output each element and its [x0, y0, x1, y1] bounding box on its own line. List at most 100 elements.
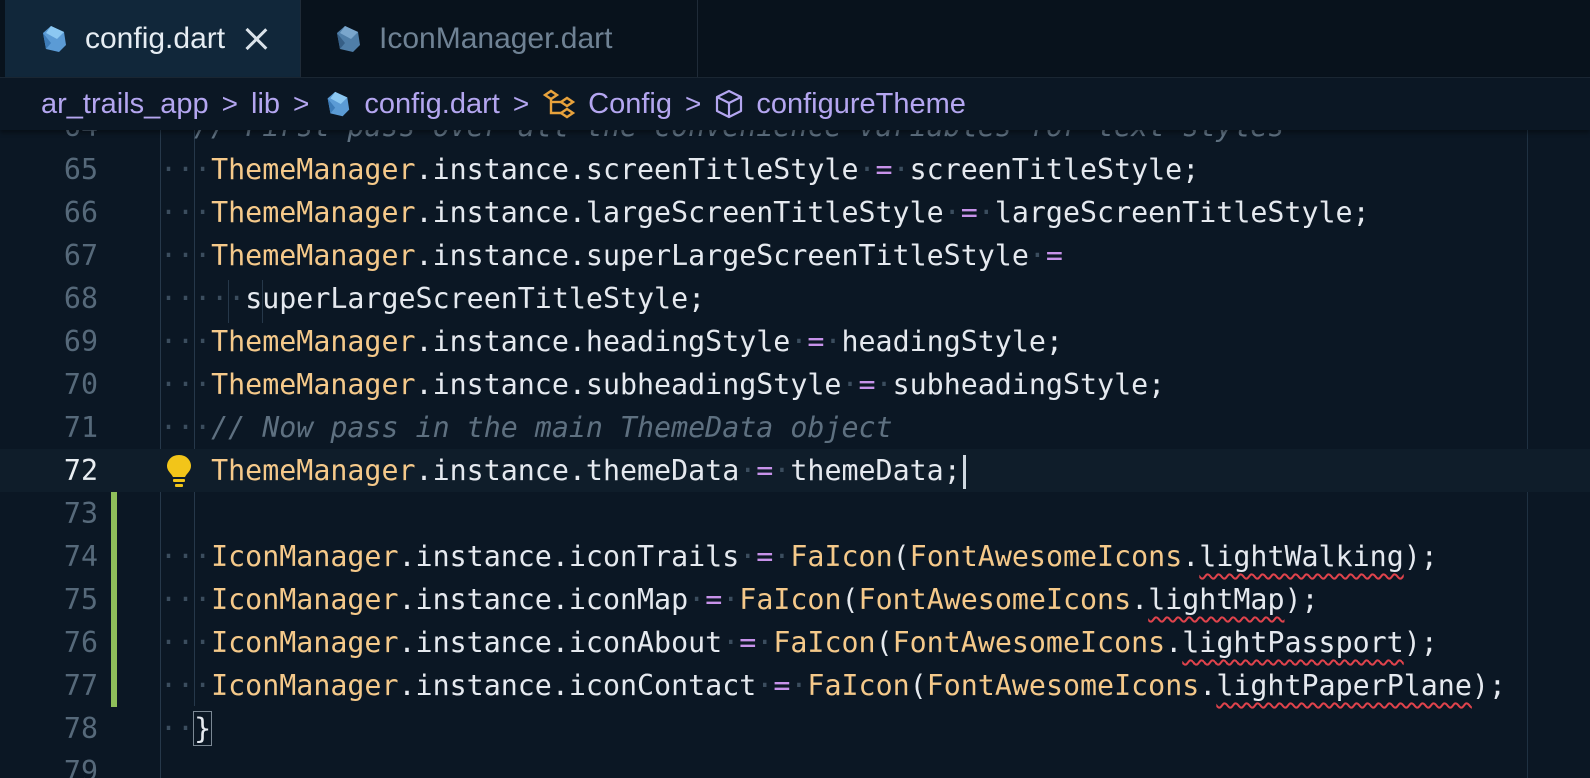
line-number: 73 — [63, 497, 98, 530]
code-token: ·· — [160, 130, 194, 143]
code-line-68[interactable]: 68 ·····superLargeScreenTitleStyle; — [0, 277, 1590, 320]
code-line-75[interactable]: 75 ···IconManager.instance.iconMap·=·FaIc… — [0, 578, 1590, 621]
code-token: // Now pass in the main ThemeData object — [211, 411, 893, 444]
line-number: 75 — [63, 583, 98, 616]
git-added-gutter-marker[interactable] — [111, 492, 117, 535]
close-icon[interactable] — [243, 26, 269, 52]
code-line-78[interactable]: 78 ··} — [0, 707, 1590, 750]
code-text: ··// First pass over all the convenience… — [160, 130, 1284, 148]
code-token: .instance.subheadingStyle — [415, 368, 842, 401]
code-token: ( — [892, 540, 910, 573]
code-token: .instance.iconTrails — [398, 540, 740, 573]
code-token: = — [875, 153, 893, 186]
error-token: lightWalking — [1199, 540, 1404, 573]
code-text: ···IconManager.instance.iconTrails·=·FaI… — [160, 535, 1438, 578]
code-token: · — [722, 583, 740, 616]
code-line-77[interactable]: 77 ···IconManager.instance.iconContact·=·… — [0, 664, 1590, 707]
code-token: ··· — [160, 411, 212, 444]
tab-iconmanager-dart[interactable]: IconManager.dart — [301, 0, 698, 77]
code-line-72[interactable]: 72 ThemeManager.instance.themeData·=·the… — [0, 449, 1590, 492]
git-added-gutter-marker[interactable] — [111, 621, 117, 664]
code-text: ···ThemeManager.instance.largeScreenTitl… — [160, 191, 1370, 234]
line-number: 69 — [63, 325, 98, 358]
dart-file-icon — [328, 91, 350, 117]
code-token: · — [790, 325, 808, 358]
code-line-69[interactable]: 69 ···ThemeManager.instance.headingStyle·… — [0, 320, 1590, 363]
code-text: ···// Now pass in the main ThemeData obj… — [160, 406, 893, 449]
code-token: ThemeManager — [211, 454, 416, 487]
code-token: = — [807, 325, 825, 358]
code-token: .instance.screenTitleStyle — [415, 153, 859, 186]
breadcrumb-label: ar_trails_app — [41, 87, 209, 120]
code-token: ( — [909, 669, 927, 702]
dart-file-icon — [43, 25, 66, 52]
code-token: = — [756, 540, 774, 573]
code-line-79[interactable]: 79 — [0, 750, 1590, 778]
code-token: ··· — [160, 368, 212, 401]
code-token: .instance.headingStyle — [415, 325, 791, 358]
code-text: ··} — [160, 707, 213, 750]
code-editor[interactable]: 64··// First pass over all the convenien… — [0, 130, 1590, 778]
code-token: .instance.iconContact — [398, 669, 757, 702]
code-line-70[interactable]: 70 ···ThemeManager.instance.subheadingSty… — [0, 363, 1590, 406]
code-token: · — [790, 669, 808, 702]
editor-tab-bar: config.dart IconManager.dart — [0, 0, 1590, 78]
code-token: FaIcon — [790, 540, 893, 573]
code-line-71[interactable]: 71 ···// Now pass in the main ThemeData o… — [0, 406, 1590, 449]
code-token: ThemeManager — [211, 368, 416, 401]
code-token: ( — [875, 626, 893, 659]
code-token: · — [1028, 239, 1046, 272]
breadcrumb-item-config-dart[interactable]: config.dart > — [322, 88, 542, 121]
line-number: 77 — [63, 669, 98, 702]
code-token: .instance.themeData — [415, 454, 740, 487]
code-token: // First pass over all the convenience v… — [194, 130, 1284, 143]
code-token: · — [841, 368, 859, 401]
code-token: ··· — [160, 239, 212, 272]
code-token: · — [756, 669, 774, 702]
code-text: ···ThemeManager.instance.headingStyle·=·… — [160, 320, 1063, 363]
breadcrumb-label: lib — [251, 87, 281, 120]
tab-config-dart[interactable]: config.dart — [5, 0, 301, 77]
code-token: ); — [1403, 626, 1438, 659]
code-line-66[interactable]: 66 ···ThemeManager.instance.largeScreenTi… — [0, 191, 1590, 234]
code-line-64[interactable]: 64 ··// First pass over all the convenien… — [0, 130, 1590, 148]
code-token: = — [960, 196, 978, 229]
line-number: 72 — [63, 454, 98, 487]
breadcrumb-item-configure-theme[interactable]: configureTheme — [714, 88, 966, 121]
line-number: 68 — [63, 282, 98, 315]
code-token: screenTitleStyle; — [909, 153, 1200, 186]
code-line-67[interactable]: 67 ···ThemeManager.instance.superLargeScr… — [0, 234, 1590, 277]
code-text: ThemeManager.instance.themeData·=·themeD… — [160, 449, 966, 492]
code-text: ···IconManager.instance.iconContact·=·Fa… — [160, 664, 1506, 707]
code-token: · — [739, 540, 757, 573]
line-number: 71 — [63, 411, 98, 444]
code-token: headingStyle; — [841, 325, 1063, 358]
git-added-gutter-marker[interactable] — [111, 578, 117, 621]
code-token: · — [977, 196, 995, 229]
code-token: IconManager — [211, 540, 399, 573]
tab-label: config.dart — [85, 21, 226, 55]
code-token: .instance.iconMap — [398, 583, 689, 616]
code-text: ···IconManager.instance.iconAbout·=·FaIc… — [160, 621, 1438, 664]
breadcrumb-item-config-class[interactable]: Config > — [542, 88, 714, 121]
code-token: · — [688, 583, 706, 616]
class-symbol-icon — [543, 89, 576, 119]
code-line-76[interactable]: 76 ···IconManager.instance.iconAbout·=·Fa… — [0, 621, 1590, 664]
code-token: ); — [1284, 583, 1319, 616]
code-token: FaIcon — [773, 626, 876, 659]
code-token: superLargeScreenTitleStyle; — [245, 282, 706, 315]
breadcrumb-item-lib[interactable]: lib > — [251, 88, 322, 121]
code-token: FaIcon — [739, 583, 842, 616]
code-token: ·· — [160, 712, 195, 745]
code-token: subheadingStyle; — [892, 368, 1166, 401]
git-added-gutter-marker[interactable] — [111, 664, 117, 707]
code-line-65[interactable]: 65 ···ThemeManager.instance.screenTitleSt… — [0, 148, 1590, 191]
code-line-74[interactable]: 74 ···IconManager.instance.iconTrails·=·F… — [0, 535, 1590, 578]
code-line-73[interactable]: 73 — [0, 492, 1590, 535]
code-token: FontAwesomeIcons — [909, 540, 1183, 573]
line-number: 65 — [63, 153, 98, 186]
breadcrumb-item-ar-trails-app[interactable]: ar_trails_app > — [41, 88, 251, 121]
code-text: ···ThemeManager.instance.superLargeScree… — [160, 234, 1063, 277]
code-token: FontAwesomeIcons — [926, 669, 1200, 702]
git-added-gutter-marker[interactable] — [111, 535, 117, 578]
